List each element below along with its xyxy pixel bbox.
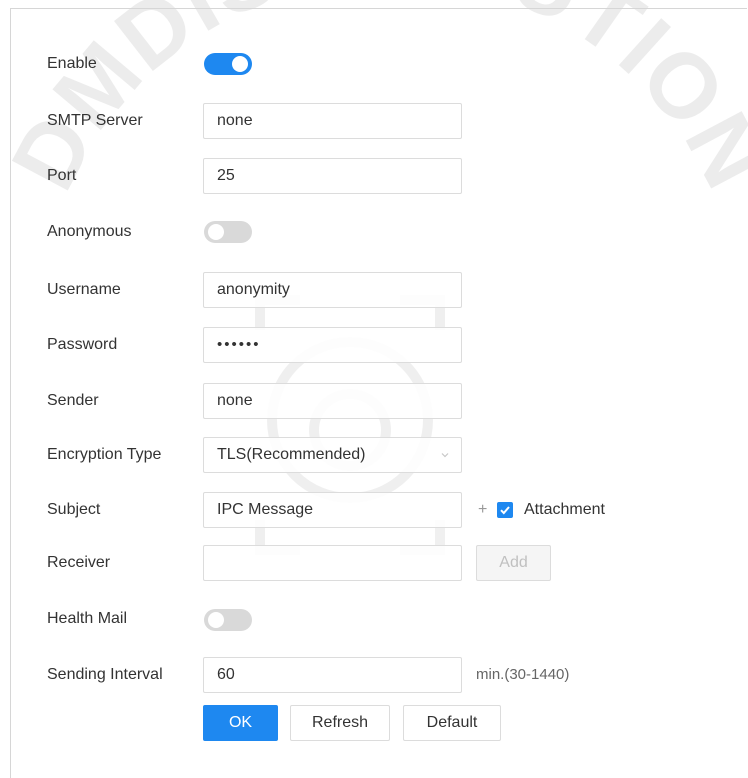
username-row: Username anonymity [0, 272, 748, 308]
receiver-input[interactable] [203, 545, 462, 581]
password-label: Password [47, 336, 118, 353]
subject-label: Subject [47, 501, 101, 518]
subject-row: Subject IPC Message + Attachment [0, 492, 748, 528]
sending-interval-input[interactable]: 60 [203, 657, 462, 693]
attachment-checkbox[interactable] [497, 502, 513, 518]
health-mail-toggle[interactable] [204, 609, 252, 631]
smtp-server-row: SMTP Server none [0, 103, 748, 139]
anonymous-label: Anonymous [47, 223, 132, 240]
chevron-down-icon [441, 453, 449, 458]
port-label: Port [47, 167, 77, 184]
sending-interval-unit: min.(30-1440) [476, 666, 570, 683]
smtp-server-label: SMTP Server [47, 112, 143, 129]
sending-interval-row: Sending Interval 60 min.(30-1440) [0, 657, 748, 693]
add-receiver-button[interactable]: Add [476, 545, 551, 581]
toggle-knob [208, 224, 224, 240]
anonymous-row: Anonymous [0, 214, 748, 250]
receiver-row: Receiver Add [0, 545, 748, 581]
sender-label: Sender [47, 392, 99, 409]
toggle-knob [208, 612, 224, 628]
port-row: Port 25 [0, 158, 748, 194]
enable-label: Enable [47, 55, 97, 72]
toggle-knob [232, 56, 248, 72]
port-input[interactable]: 25 [203, 158, 462, 194]
encryption-row: Encryption Type TLS(Recommended) [0, 437, 748, 473]
checkmark-icon [500, 506, 510, 515]
enable-toggle[interactable] [204, 53, 252, 75]
sender-input[interactable]: none [203, 383, 462, 419]
default-button[interactable]: Default [403, 705, 501, 741]
password-row: Password •••••• [0, 327, 748, 363]
enable-row: Enable [0, 46, 748, 82]
sender-row: Sender none [0, 383, 748, 419]
sending-interval-label: Sending Interval [47, 666, 163, 683]
subject-input[interactable]: IPC Message [203, 492, 462, 528]
anonymous-toggle[interactable] [204, 221, 252, 243]
username-input[interactable]: anonymity [203, 272, 462, 308]
encryption-value: TLS(Recommended) [217, 446, 366, 463]
plus-icon: + [478, 501, 488, 518]
smtp-server-input[interactable]: none [203, 103, 462, 139]
ok-button[interactable]: OK [203, 705, 278, 741]
attachment-label: Attachment [524, 501, 605, 518]
health-mail-row: Health Mail [0, 601, 748, 637]
receiver-label: Receiver [47, 554, 111, 571]
password-input[interactable]: •••••• [203, 327, 462, 363]
encryption-select[interactable]: TLS(Recommended) [203, 437, 462, 473]
username-label: Username [47, 281, 121, 298]
encryption-label: Encryption Type [47, 446, 162, 463]
health-mail-label: Health Mail [47, 610, 128, 627]
refresh-button[interactable]: Refresh [290, 705, 390, 741]
